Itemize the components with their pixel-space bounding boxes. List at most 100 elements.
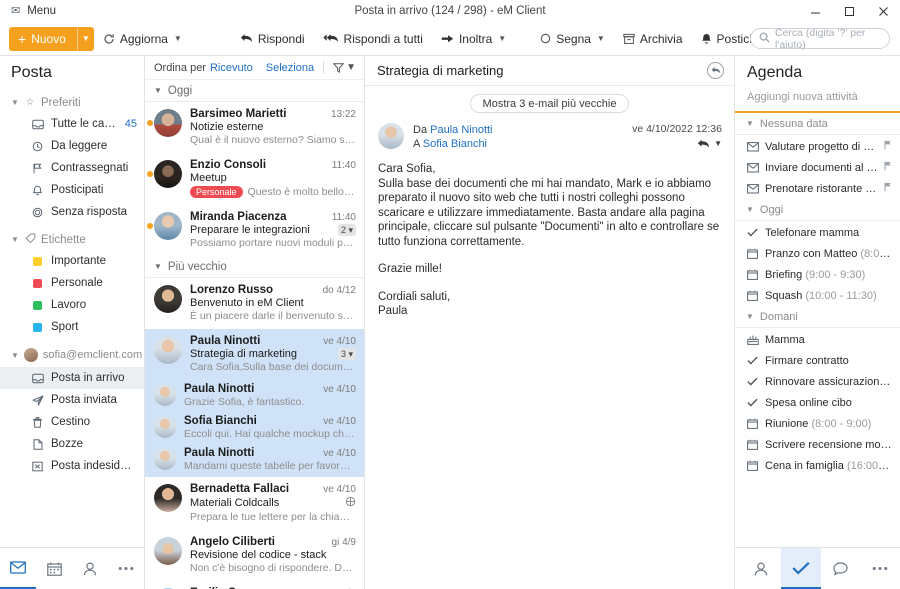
nav-calendar-button[interactable] <box>36 548 72 589</box>
nav-more-button[interactable] <box>108 548 144 589</box>
minimize-button[interactable] <box>798 0 832 22</box>
agenda-group-header[interactable]: ▼ Nessuna data <box>735 113 900 135</box>
list-item[interactable]: E Ersilia Campagna me 4/8 Domande dal Su… <box>145 581 364 589</box>
check-icon[interactable] <box>746 398 759 407</box>
agenda-item[interactable]: Pranzo con Matteo (8:00 - 8:30) <box>735 243 900 264</box>
show-older-button[interactable]: Mostra 3 e-mail più vecchie <box>470 94 630 113</box>
sidebar-item-drafts[interactable]: Bozze <box>0 433 144 455</box>
list-item[interactable]: Bernadetta Fallaci ve 4/10 Materiali Col… <box>145 477 364 530</box>
sidebar-item-tag-personale[interactable]: Personale <box>0 272 144 294</box>
search-input[interactable]: Cerca (digita '?' per l'aiuto) <box>750 28 890 49</box>
list-item[interactable]: Paula Ninotti ve 4/10 Mandami queste tab… <box>145 444 364 477</box>
agenda-item[interactable]: Spesa online cibo <box>735 392 900 413</box>
message-sender: Sofia Bianchi <box>184 415 319 427</box>
agenda-item[interactable]: Inviare documenti al comm... <box>735 157 900 178</box>
agenda-item[interactable]: Briefing (9:00 - 9:30) <box>735 264 900 285</box>
agenda-group-header[interactable]: ▼ Oggi <box>735 199 900 221</box>
reply-conversation-icon[interactable] <box>707 62 724 79</box>
chevron-down-icon[interactable]: ▼ <box>714 139 722 152</box>
check-icon[interactable] <box>746 377 759 386</box>
sidebar-item-trash[interactable]: Cestino <box>0 411 144 433</box>
refresh-button[interactable]: Aggiorna ▼ <box>94 22 191 56</box>
to-label: A <box>413 138 420 150</box>
flag-icon[interactable] <box>884 182 892 195</box>
sidebar-item-sent[interactable]: Posta inviata <box>0 389 144 411</box>
list-item[interactable]: Paula Ninotti ve 4/10 Strategia di marke… <box>145 329 364 380</box>
new-button-dropdown[interactable]: ▼ <box>77 27 94 51</box>
message-sender: Enzio Consoli <box>190 159 328 171</box>
sidebar-bottom-nav <box>0 547 144 589</box>
chevron-down-icon: ▼ <box>498 34 506 43</box>
close-button[interactable] <box>866 0 900 22</box>
thread-count-badge[interactable]: 3 ▾ <box>338 348 356 360</box>
sidebar-item-inbox[interactable]: Posta in arrivo <box>0 367 144 389</box>
nav-tasks-button[interactable] <box>781 548 821 589</box>
check-icon[interactable] <box>746 228 759 237</box>
agenda-item-label: Briefing (9:00 - 9:30) <box>765 269 892 281</box>
sort-value-button[interactable]: Ricevuto <box>210 62 253 74</box>
title-bar: ✉ Menu Posta in arrivo (124 / 298) - eM … <box>0 0 900 22</box>
list-item[interactable]: Angelo Ciliberti gi 4/9 Revisione del co… <box>145 530 364 581</box>
archive-button[interactable]: Archivia <box>614 22 692 56</box>
from-name[interactable]: Paula Ninotti <box>430 124 492 136</box>
check-icon[interactable] <box>746 356 759 365</box>
thread-count-badge[interactable]: 2 ▾ <box>338 224 356 236</box>
reply-all-button[interactable]: Rispondi a tutti <box>314 22 432 56</box>
reply-icon[interactable] <box>697 139 710 152</box>
menu-button[interactable]: ✉ Menu <box>0 0 56 22</box>
calendar-icon <box>746 418 759 429</box>
sidebar-item-no-reply[interactable]: Senza risposta <box>0 201 144 223</box>
nav-mail-button[interactable] <box>0 548 36 589</box>
agenda-item[interactable]: Rinnovare assicurazione auto <box>735 371 900 392</box>
agenda-item[interactable]: Valutare progetto di George <box>735 136 900 157</box>
mark-button[interactable]: Segna ▼ <box>531 22 614 56</box>
to-name[interactable]: Sofia Bianchi <box>423 138 487 150</box>
sidebar-item-junk[interactable]: Posta indesiderata <box>0 455 144 477</box>
message-group-header[interactable]: ▼ Più vecchio <box>145 256 364 278</box>
filter-button[interactable]: ▼ <box>333 62 356 73</box>
nav-contacts-button[interactable] <box>741 548 781 589</box>
sidebar-item-tag-lavoro[interactable]: Lavoro <box>0 294 144 316</box>
flag-icon[interactable] <box>884 140 892 153</box>
forward-button[interactable]: Inoltra ▼ <box>432 22 515 56</box>
agenda-item[interactable]: Prenotare ristorante per sa... <box>735 178 900 199</box>
agenda-item[interactable]: Scrivere recensione mouse <box>735 434 900 455</box>
message-preview: Possiamo portare nuovi moduli per l... <box>190 237 356 249</box>
sidebar-item-unread[interactable]: Da leggere <box>0 135 144 157</box>
sidebar-group-favorites[interactable]: ▼ ☆ Preferiti <box>0 92 144 113</box>
sidebar-item-tag-sport[interactable]: Sport <box>0 316 144 338</box>
list-item[interactable]: Barsimeo Marietti 13:22 Notizie esterne … <box>145 102 364 153</box>
new-button[interactable]: + Nuovo ▼ <box>9 27 94 51</box>
sidebar-item-all-folders[interactable]: Tutte le cartelle d... 45 <box>0 113 144 135</box>
maximize-button[interactable] <box>832 0 866 22</box>
list-item[interactable]: Paula Ninotti ve 4/10 Grazie Sofia, è fa… <box>145 380 364 412</box>
sidebar-item-tag-importante[interactable]: Importante <box>0 250 144 272</box>
list-item[interactable]: Miranda Piacenza 11:40 Preparare le inte… <box>145 205 364 256</box>
sidebar-item-snoozed[interactable]: Posticipati <box>0 179 144 201</box>
sidebar-account[interactable]: ▼ sofia@emclient.com <box>0 343 144 367</box>
sidebar-group-tags[interactable]: ▼ Etichette <box>0 229 144 250</box>
agenda-item[interactable]: Mamma <box>735 329 900 350</box>
nav-chat-button[interactable] <box>821 548 861 589</box>
list-item[interactable]: Sofia Bianchi ve 4/10 Eccoli qui. Hai qu… <box>145 412 364 444</box>
flag-icon[interactable] <box>884 161 892 174</box>
message-group-header[interactable]: ▼ Oggi <box>145 80 364 102</box>
agenda-item[interactable]: Cena in famiglia (16:00 - 17:00) <box>735 455 900 476</box>
agenda-item[interactable]: Riunione (8:00 - 9:00) <box>735 413 900 434</box>
list-item[interactable]: Enzio Consoli 11:40 Meetup Personale Que… <box>145 153 364 205</box>
agenda-item[interactable]: Firmare contratto <box>735 350 900 371</box>
select-link[interactable]: Seleziona <box>266 62 314 74</box>
agenda-add-input[interactable]: Aggiungi nuova attività <box>735 90 900 113</box>
reply-button[interactable]: Rispondi <box>231 22 314 56</box>
sidebar-item-flagged[interactable]: Contrassegnati <box>0 157 144 179</box>
agenda-pane: Agenda Aggiungi nuova attività ▼ Nessuna… <box>735 56 900 589</box>
nav-more-button[interactable] <box>860 548 900 589</box>
bell-icon <box>31 185 44 196</box>
nav-contacts-button[interactable] <box>72 548 108 589</box>
list-item[interactable]: Lorenzo Russo do 4/12 Benvenuto in eM Cl… <box>145 278 364 329</box>
agenda-group-header[interactable]: ▼ Domani <box>735 306 900 328</box>
agenda-item[interactable]: Squash (10:00 - 11:30) <box>735 285 900 306</box>
agenda-item[interactable]: Telefonare mamma <box>735 222 900 243</box>
avatar <box>154 285 182 313</box>
chevron-down-icon: ▼ <box>11 235 19 244</box>
